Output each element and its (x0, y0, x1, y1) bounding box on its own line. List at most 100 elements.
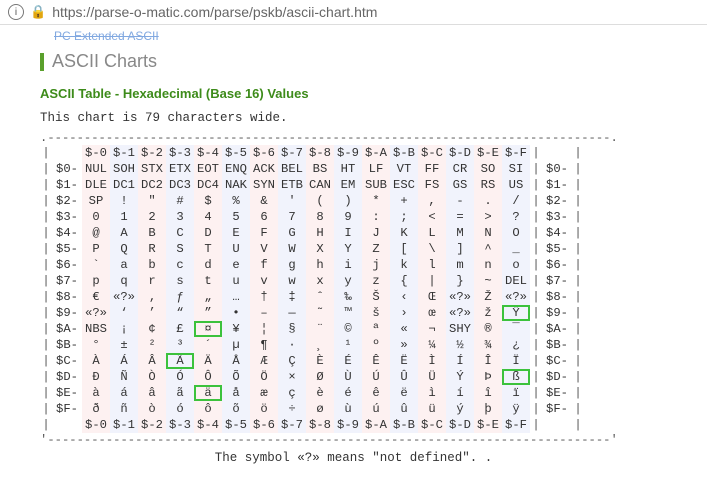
cell: Ð (82, 369, 110, 385)
cell: Ñ (110, 369, 138, 385)
cell: š (362, 305, 390, 321)
cell: M (446, 225, 474, 241)
cell: Ý (446, 369, 474, 385)
table-header-row: |$-0$-1$-2$-3$-4$-5$-6$-7$-8$-9$-A$-B$-C… (40, 145, 584, 161)
cell: ê (362, 385, 390, 401)
cell: q (110, 273, 138, 289)
cell: LF (362, 161, 390, 177)
row-header-right: $5- (542, 241, 572, 257)
breadcrumb-link[interactable]: PC Extended ASCII (54, 29, 667, 43)
cell: ‰ (334, 289, 362, 305)
sub-heading: ASCII Table - Hexadecimal (Base 16) Valu… (40, 86, 667, 101)
cell: « (390, 321, 418, 337)
cell: # (166, 193, 194, 209)
info-icon[interactable]: i (8, 4, 24, 20)
cell: ð (82, 401, 110, 417)
cell: k (390, 257, 418, 273)
cell: 8 (306, 209, 334, 225)
cell: ¼ (418, 337, 446, 353)
cell: BEL (278, 161, 306, 177)
address-bar[interactable]: i 🔒 https://parse-o-matic.com/parse/pskb… (0, 0, 707, 25)
cell: ¯ (502, 321, 530, 337)
cell: SO (474, 161, 502, 177)
cell: p (82, 273, 110, 289)
heading-accent-bar (40, 53, 44, 71)
row-header-right: $7- (542, 273, 572, 289)
cell: Ù (334, 369, 362, 385)
table-border: | (572, 401, 584, 417)
row-header-right: $9- (542, 305, 572, 321)
col-header: $-7 (278, 145, 306, 161)
table-border: | (530, 305, 542, 321)
table-border: | (572, 321, 584, 337)
cell: ñ (110, 401, 138, 417)
table-header-row: |$-0$-1$-2$-3$-4$-5$-6$-7$-8$-9$-A$-B$-C… (40, 417, 584, 433)
cell: % (222, 193, 250, 209)
table-border: | (572, 385, 584, 401)
col-header: $-5 (222, 417, 250, 433)
cell: ú (362, 401, 390, 417)
cell: á (110, 385, 138, 401)
table-border: | (40, 145, 52, 161)
table-border: | (572, 209, 584, 225)
cell: FS (418, 177, 446, 193)
table-border: | (40, 353, 52, 369)
cell: NBS (82, 321, 110, 337)
table-border: | (530, 321, 542, 337)
cell: ÷ (278, 401, 306, 417)
cell: Œ (418, 289, 446, 305)
cell: Þ (474, 369, 502, 385)
cell: j (362, 257, 390, 273)
cell: SP (82, 193, 110, 209)
cell: — (278, 305, 306, 321)
cell: o (502, 257, 530, 273)
col-header: $-F (502, 417, 530, 433)
table-row: |$E-àáâãäåæçèéêëìíîï|$E-| (40, 385, 584, 401)
cell: ] (446, 241, 474, 257)
width-note: This chart is 79 characters wide. (40, 111, 667, 125)
table-border: | (40, 257, 52, 273)
cell: ¹ (334, 337, 362, 353)
row-header-right: $D- (542, 369, 572, 385)
col-header: $-2 (138, 145, 166, 161)
cell: O (502, 225, 530, 241)
row-header-right: $E- (542, 385, 572, 401)
cell: C (166, 225, 194, 241)
cell: µ (222, 337, 250, 353)
table-border: | (530, 193, 542, 209)
cell: @ (82, 225, 110, 241)
cell: $ (194, 193, 222, 209)
cell: é (334, 385, 362, 401)
cell: Ö (250, 369, 278, 385)
cell: ç (278, 385, 306, 401)
cell: º (362, 337, 390, 353)
col-header: $-6 (250, 417, 278, 433)
col-header: $-1 (110, 145, 138, 161)
cell: † (250, 289, 278, 305)
cell: i (334, 257, 362, 273)
table-border: | (40, 177, 52, 193)
cell: DEL (502, 273, 530, 289)
table-border: | (40, 337, 52, 353)
cell: «?» (82, 305, 110, 321)
row-header-right: $4- (542, 225, 572, 241)
cell: VT (390, 161, 418, 177)
row-header-right: $B- (542, 337, 572, 353)
cell: ˆ (306, 289, 334, 305)
cell: ¢ (138, 321, 166, 337)
cell: Ä (194, 353, 222, 369)
table-row: |$6-`abcdefghijklmno|$6-| (40, 257, 584, 273)
cell: É (334, 353, 362, 369)
cell: ¶ (250, 337, 278, 353)
cell: U (222, 241, 250, 257)
cell: Ã (166, 353, 194, 369)
cell: CAN (306, 177, 334, 193)
table-row: |$9-«?»‘’“”•–—˜™š›œ«?»žŸ|$9-| (40, 305, 584, 321)
cell: × (278, 369, 306, 385)
col-header: $-A (362, 145, 390, 161)
cell: NAK (222, 177, 250, 193)
cell: g (278, 257, 306, 273)
cell: y (334, 273, 362, 289)
cell: à (82, 385, 110, 401)
row-header-right: $F- (542, 401, 572, 417)
